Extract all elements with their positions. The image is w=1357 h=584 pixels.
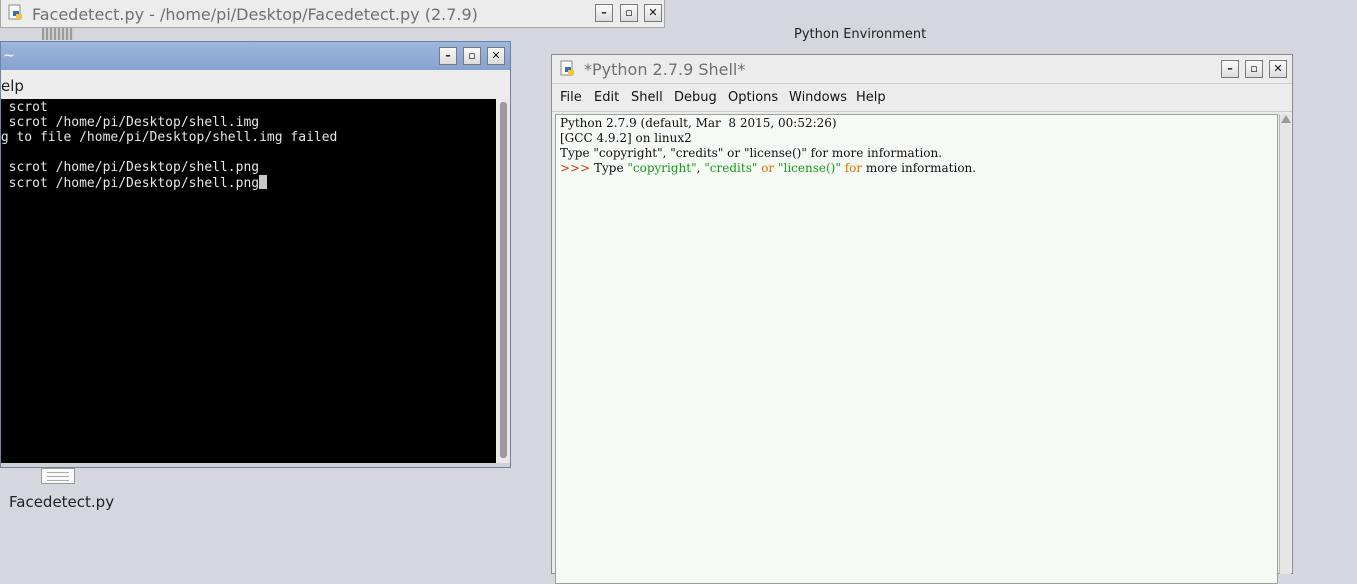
menu-debug[interactable]: Debug bbox=[674, 90, 717, 105]
shell-prompt: >>> bbox=[560, 161, 591, 175]
menu-help[interactable]: Help bbox=[856, 90, 886, 105]
shell-input-text: more information. bbox=[862, 161, 977, 175]
facedetect-close-button[interactable]: ✕ bbox=[644, 4, 662, 22]
terminal-line-current-text: scrot /home/pi/Desktop/shell.png bbox=[1, 176, 260, 191]
shell-input-keyword: for bbox=[840, 161, 863, 175]
shell-input-string: "copyright" bbox=[627, 161, 697, 175]
terminal-bottom-edge bbox=[1, 463, 510, 467]
python-shell-menubar: File Edit Shell Debug Options Windows He… bbox=[552, 85, 1292, 112]
terminal-menu-help[interactable]: elp bbox=[1, 77, 24, 95]
menu-shell[interactable]: Shell bbox=[631, 90, 663, 105]
facedetect-window-title: Facedetect.py - /home/pi/Desktop/Facedet… bbox=[32, 5, 478, 24]
shell-maximize-button[interactable]: ▫ bbox=[1245, 60, 1263, 78]
terminal-maximize-button[interactable]: ▫ bbox=[463, 47, 481, 65]
terminal-line: scrot /home/pi/Desktop/shell.img bbox=[1, 115, 260, 130]
python-environment-label: Python Environment bbox=[794, 27, 927, 42]
terminal-scrollbar-thumb[interactable] bbox=[500, 102, 507, 458]
menu-file[interactable]: File bbox=[560, 90, 582, 105]
terminal-close-button[interactable]: ✕ bbox=[487, 47, 505, 65]
python-shell-scrollbar[interactable] bbox=[1279, 114, 1291, 574]
python-shell-text-area[interactable]: Python 2.7.9 (default, Mar 8 2015, 00:52… bbox=[555, 114, 1278, 584]
shell-minimize-button[interactable]: – bbox=[1221, 60, 1239, 78]
terminal-line: scrot bbox=[8, 100, 48, 115]
scroll-up-arrow-icon[interactable] bbox=[1281, 115, 1291, 123]
python-shell-titlebar[interactable]: *Python 2.7.9 Shell* – ▫ ✕ bbox=[552, 55, 1292, 84]
terminal-scrollbar[interactable] bbox=[497, 99, 510, 463]
shell-input-line: >>> Type "copyright", "credits" or "lice… bbox=[560, 161, 976, 175]
python-file-icon bbox=[8, 4, 22, 20]
facedetect-window-titlebar[interactable]: Facedetect.py - /home/pi/Desktop/Facedet… bbox=[0, 0, 665, 28]
terminal-line: ng to file /home/pi/Desktop/shell.img fa… bbox=[1, 130, 338, 145]
shell-input-string: "credits" bbox=[704, 161, 758, 175]
terminal-line: scrot /home/pi/Desktop/shell.png bbox=[1, 160, 260, 175]
terminal-line-current: scrot /home/pi/Desktop/shell.png bbox=[1, 175, 268, 191]
python-file-icon bbox=[560, 60, 574, 76]
shell-input-string: "license()" bbox=[777, 161, 841, 175]
terminal-menubar bbox=[1, 70, 510, 98]
terminal-titlebar[interactable]: ~ – ▫ ✕ bbox=[1, 42, 510, 70]
shell-input-text: Type bbox=[590, 161, 628, 175]
python-shell-title: *Python 2.7.9 Shell* bbox=[584, 60, 746, 79]
terminal-window: ~ – ▫ ✕ elp scrot scrot /home/pi/Desktop… bbox=[0, 41, 511, 468]
shell-close-button[interactable]: ✕ bbox=[1269, 60, 1287, 78]
facedetect-maximize-button[interactable]: ▫ bbox=[620, 4, 638, 22]
shell-output-line: Python 2.7.9 (default, Mar 8 2015, 00:52… bbox=[560, 116, 837, 130]
python-shell-window: *Python 2.7.9 Shell* – ▫ ✕ File Edit She… bbox=[551, 54, 1293, 584]
terminal-title: ~ bbox=[3, 48, 15, 64]
desktop-file-icon[interactable] bbox=[41, 468, 75, 484]
terminal-cursor bbox=[259, 175, 268, 189]
terminal-minimize-button[interactable]: – bbox=[439, 47, 457, 65]
desktop-icon-partial bbox=[42, 28, 74, 40]
facedetect-minimize-button[interactable]: – bbox=[595, 4, 613, 22]
terminal-screen[interactable]: scrot scrot /home/pi/Desktop/shell.img n… bbox=[1, 99, 496, 463]
menu-edit[interactable]: Edit bbox=[594, 90, 619, 105]
shell-input-keyword: or bbox=[757, 161, 778, 175]
desktop-file-label[interactable]: Facedetect.py bbox=[9, 493, 114, 511]
shell-output-line: [GCC 4.9.2] on linux2 bbox=[560, 131, 692, 145]
menu-windows[interactable]: Windows bbox=[789, 90, 847, 105]
shell-output-line: Type "copyright", "credits" or "license(… bbox=[560, 146, 943, 160]
menu-options[interactable]: Options bbox=[728, 90, 778, 105]
